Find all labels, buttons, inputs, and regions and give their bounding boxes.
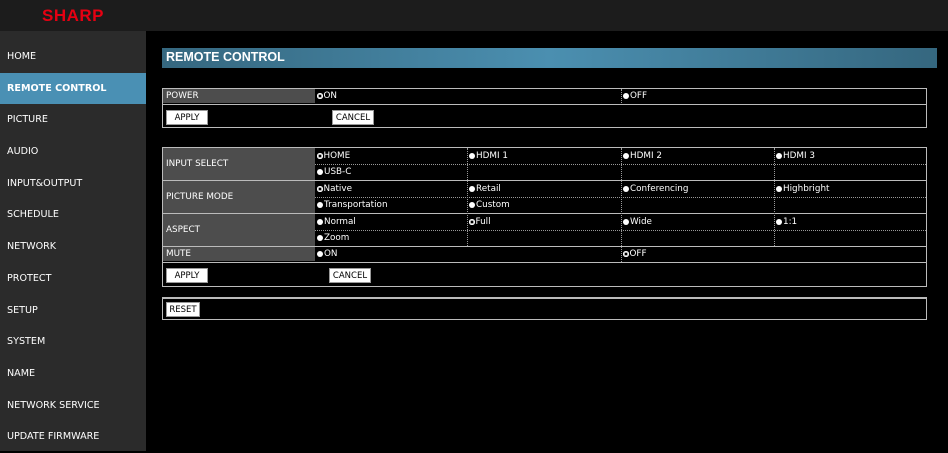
aspect-option-1-1[interactable]: 1:1 — [776, 215, 797, 229]
divider — [621, 148, 622, 262]
sidebar: SHARP HOME REMOTE CONTROL PICTURE AUDIO … — [0, 0, 146, 451]
radio-selected-icon — [317, 93, 323, 99]
radio-icon — [623, 219, 629, 225]
apply-button[interactable]: APPLY — [166, 268, 208, 283]
power-panel: POWER ON OFF APPLY CANCEL — [162, 88, 927, 128]
radio-selected-icon — [317, 153, 323, 159]
page-title: REMOTE CONTROL — [166, 50, 285, 64]
aspect-label: ASPECT — [163, 214, 315, 246]
radio-icon — [469, 186, 475, 192]
power-option-off[interactable]: OFF — [623, 89, 647, 103]
sidebar-item-protect[interactable]: PROTECT — [0, 263, 146, 295]
radio-icon — [776, 186, 782, 192]
picture-mode-label: PICTURE MODE — [163, 181, 315, 213]
mute-option-off[interactable]: OFF — [623, 247, 647, 261]
reset-button[interactable]: RESET — [166, 302, 200, 317]
radio-selected-icon — [623, 251, 629, 257]
brand-logo: SHARP — [0, 0, 146, 31]
aspect-option-wide[interactable]: Wide — [623, 215, 652, 229]
page-title-bar: REMOTE CONTROL — [162, 48, 937, 68]
top-bar — [146, 0, 948, 31]
radio-icon — [776, 219, 782, 225]
sidebar-nav: HOME REMOTE CONTROL PICTURE AUDIO INPUT&… — [0, 41, 146, 453]
picture-option-highbright[interactable]: Highbright — [776, 182, 829, 196]
aspect-option-normal[interactable]: Normal — [317, 215, 356, 229]
power-option-on[interactable]: ON — [317, 89, 337, 103]
radio-icon — [317, 251, 323, 257]
radio-icon — [317, 219, 323, 225]
radio-selected-icon — [469, 219, 475, 225]
sidebar-item-network-service[interactable]: NETWORK SERVICE — [0, 390, 146, 422]
sidebar-item-setup[interactable]: SETUP — [0, 295, 146, 327]
reset-panel: RESET — [162, 297, 927, 320]
power-apply-button[interactable]: APPLY — [166, 110, 208, 125]
divider — [163, 104, 926, 105]
power-label: POWER — [163, 89, 315, 103]
radio-icon — [469, 202, 475, 208]
mute-option-on[interactable]: ON — [317, 247, 338, 261]
picture-option-transportation[interactable]: Transportation — [317, 198, 388, 212]
cancel-button[interactable]: CANCEL — [329, 268, 371, 283]
radio-icon — [469, 153, 475, 159]
radio-selected-icon — [317, 186, 323, 192]
aspect-option-zoom[interactable]: Zoom — [317, 231, 349, 245]
settings-panel: INPUT SELECT HOME HDMI 1 HDMI 2 HDMI 3 U… — [162, 147, 927, 287]
radio-icon — [317, 169, 323, 175]
mute-label: MUTE — [163, 247, 315, 261]
divider — [774, 148, 775, 246]
picture-option-native[interactable]: Native — [317, 182, 352, 196]
sidebar-item-remote-control[interactable]: REMOTE CONTROL — [0, 72, 146, 105]
picture-option-conferencing[interactable]: Conferencing — [623, 182, 688, 196]
divider — [467, 148, 468, 246]
input-option-hdmi2[interactable]: HDMI 2 — [623, 149, 662, 163]
sidebar-item-update-firmware[interactable]: UPDATE FIRMWARE — [0, 421, 146, 453]
sidebar-item-home[interactable]: HOME — [0, 41, 146, 73]
picture-option-retail[interactable]: Retail — [469, 182, 501, 196]
sidebar-item-network[interactable]: NETWORK — [0, 231, 146, 263]
aspect-option-full[interactable]: Full — [469, 215, 491, 229]
picture-option-custom[interactable]: Custom — [469, 198, 510, 212]
input-select-label: INPUT SELECT — [163, 148, 315, 180]
radio-icon — [623, 186, 629, 192]
radio-icon — [776, 153, 782, 159]
main-content: REMOTE CONTROL POWER ON OFF APPLY CANCEL… — [146, 31, 948, 451]
sidebar-item-input-output[interactable]: INPUT&OUTPUT — [0, 168, 146, 200]
sidebar-item-name[interactable]: NAME — [0, 358, 146, 390]
sidebar-item-audio[interactable]: AUDIO — [0, 136, 146, 168]
sidebar-item-schedule[interactable]: SCHEDULE — [0, 199, 146, 231]
radio-icon — [317, 202, 323, 208]
sidebar-item-system[interactable]: SYSTEM — [0, 326, 146, 358]
radio-icon — [623, 153, 629, 159]
power-cancel-button[interactable]: CANCEL — [332, 110, 374, 125]
radio-icon — [623, 93, 629, 99]
divider — [621, 89, 622, 103]
radio-icon — [317, 235, 323, 241]
divider — [163, 262, 926, 263]
sidebar-item-picture[interactable]: PICTURE — [0, 104, 146, 136]
input-option-hdmi1[interactable]: HDMI 1 — [469, 149, 508, 163]
input-option-usbc[interactable]: USB-C — [317, 165, 351, 179]
input-option-home[interactable]: HOME — [317, 149, 350, 163]
input-option-hdmi3[interactable]: HDMI 3 — [776, 149, 815, 163]
